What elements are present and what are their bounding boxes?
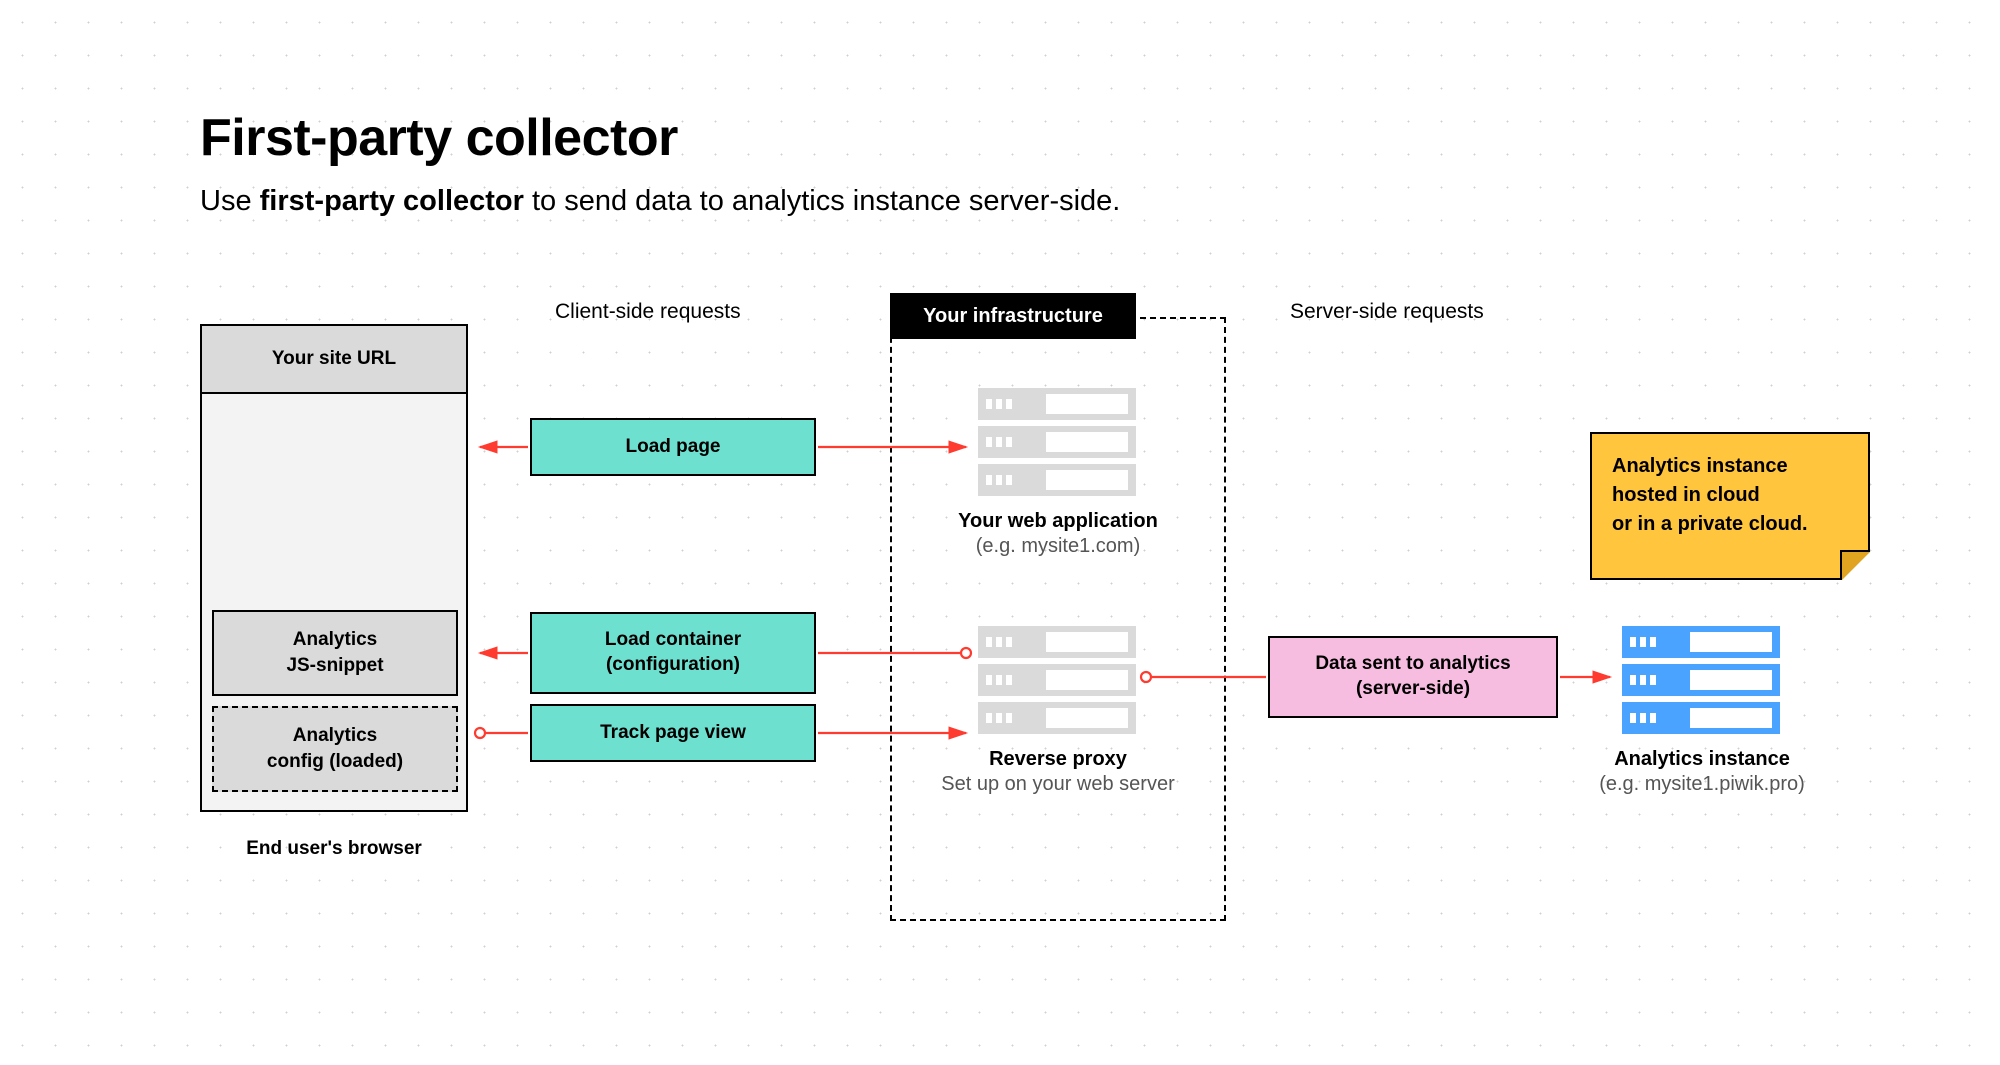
note-l2: hosted in cloud [1612,481,1848,510]
note-l3: or in a private cloud. [1612,510,1848,539]
webapp-server-icon [978,388,1136,502]
webapp-caption: Your web application (e.g. mysite1.com) [890,510,1226,558]
client-side-label: Client-side requests [555,300,741,324]
snippet2-l2: config (loaded) [267,749,403,775]
subtitle-bold: first-party collector [260,185,524,217]
flow-load-container-l2: (configuration) [606,653,740,678]
flow-load-container-l1: Load container [605,628,741,653]
subtitle-suffix: to send data to analytics instance serve… [524,185,1120,217]
proxy-caption: Reverse proxy Set up on your web server [890,748,1226,796]
snippet2-l1: Analytics [293,723,377,749]
analytics-title: Analytics instance [1552,748,1852,771]
analytics-config-box: Analytics config (loaded) [212,706,458,792]
browser-window: Your site URL Analytics JS-snippet Analy… [200,324,468,812]
analytics-server-icon [1622,626,1780,740]
snippet1-l1: Analytics [293,627,377,653]
proxy-server-icon [978,626,1136,740]
flow-track-page-view: Track page view [530,704,816,762]
proxy-title: Reverse proxy [890,748,1226,771]
flow-load-page: Load page [530,418,816,476]
subtitle-prefix: Use [200,185,260,217]
note-l1: Analytics instance [1612,452,1848,481]
infrastructure-badge: Your infrastructure [890,293,1136,339]
analytics-sub: (e.g. mysite1.piwik.pro) [1552,773,1852,796]
webapp-sub: (e.g. mysite1.com) [890,535,1226,558]
flow-data-sent-l2: (server-side) [1356,677,1470,702]
server-side-label: Server-side requests [1290,300,1484,324]
analytics-js-snippet-box: Analytics JS-snippet [212,610,458,696]
browser-url-bar: Your site URL [202,326,466,394]
page-subtitle: Use first-party collector to send data t… [200,185,1120,218]
browser-caption: End user's browser [200,838,468,860]
proxy-sub: Set up on your web server [890,773,1226,796]
snippet1-l2: JS-snippet [286,653,383,679]
flow-data-sent: Data sent to analytics (server-side) [1268,636,1558,718]
sticky-note: Analytics instance hosted in cloud or in… [1590,432,1870,580]
flow-load-container: Load container (configuration) [530,612,816,694]
page-title: First-party collector [200,108,678,168]
webapp-title: Your web application [890,510,1226,533]
flow-data-sent-l1: Data sent to analytics [1315,652,1510,677]
analytics-caption: Analytics instance (e.g. mysite1.piwik.p… [1552,748,1852,796]
